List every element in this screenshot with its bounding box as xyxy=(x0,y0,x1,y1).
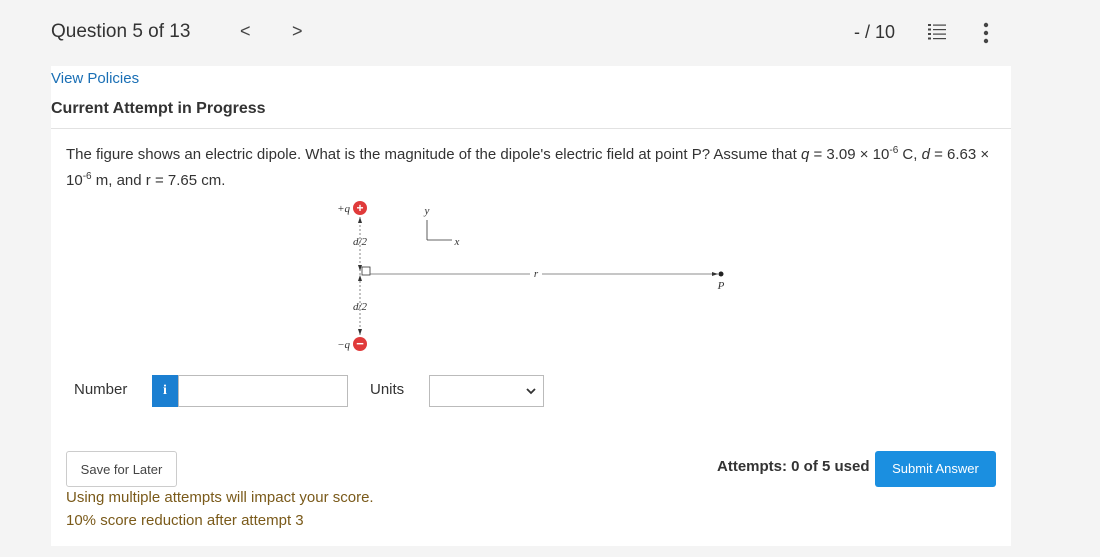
half-distance-bottom-label: d/2 xyxy=(353,301,368,313)
chevron-down-icon xyxy=(526,388,536,395)
submit-answer-button[interactable]: Submit Answer xyxy=(875,451,996,487)
question-title: Question 5 of 13 xyxy=(51,21,191,42)
r-label: r xyxy=(534,268,539,280)
attempts-warning: Using multiple attempts will impact your… xyxy=(66,489,374,506)
units-label: Units xyxy=(370,381,405,398)
next-question-button[interactable]: > xyxy=(292,21,303,42)
plus-q-label: +q xyxy=(337,203,350,215)
minus-q-label: −q xyxy=(337,339,350,351)
view-policies-link[interactable]: View Policies xyxy=(51,70,139,87)
save-for-later-button[interactable]: Save for Later xyxy=(66,451,177,487)
score-display: - / 10 xyxy=(854,22,896,42)
half-distance-top-label: d/2 xyxy=(353,236,368,248)
x-axis-label: x xyxy=(454,236,460,248)
dipole-figure: + +q d/2 d/2 − −q r P y x xyxy=(337,201,725,351)
plus-sign: + xyxy=(356,201,363,215)
previous-question-button[interactable]: < xyxy=(240,21,251,42)
right-angle-marker xyxy=(361,266,371,276)
arrow-up-top xyxy=(358,217,362,223)
number-input[interactable] xyxy=(178,375,348,407)
question-text: The figure shows an electric dipole. Wha… xyxy=(66,145,990,189)
r-arrow xyxy=(712,272,718,276)
list-icon[interactable] xyxy=(928,23,946,41)
divider xyxy=(51,128,1011,129)
arrow-down-top xyxy=(358,265,362,271)
attempt-heading: Current Attempt in Progress xyxy=(51,100,266,117)
score-reduction-note: 10% score reduction after attempt 3 xyxy=(66,512,304,529)
info-button[interactable]: i xyxy=(152,375,178,407)
number-label: Number xyxy=(74,381,128,398)
attempts-counter: Attempts: 0 of 5 used xyxy=(717,458,870,475)
units-select[interactable] xyxy=(429,375,544,407)
more-vertical-icon[interactable] xyxy=(982,22,990,44)
point-p xyxy=(718,271,724,277)
minus-sign: − xyxy=(356,336,364,351)
arrow-up-bottom xyxy=(358,275,362,281)
p-label: P xyxy=(717,280,725,292)
y-axis-label: y xyxy=(424,205,430,217)
arrow-down-bottom xyxy=(358,329,362,335)
